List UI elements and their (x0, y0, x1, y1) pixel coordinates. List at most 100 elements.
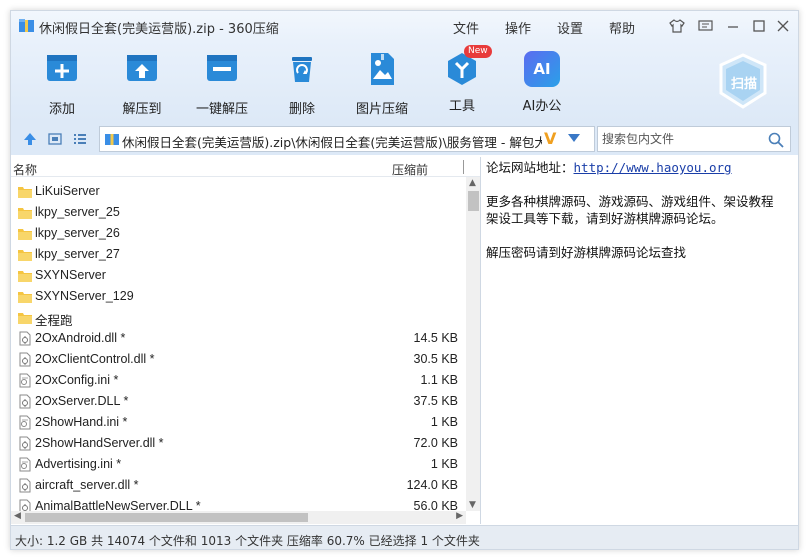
menu-settings[interactable]: 设置 (557, 18, 583, 37)
file-size: 1 KB (430, 415, 458, 429)
one-click-extract-label: 一键解压 (195, 102, 248, 117)
search-input[interactable] (602, 130, 762, 148)
file-row[interactable]: lkpy_server_26 (11, 223, 466, 244)
search-icon[interactable] (768, 132, 784, 148)
folder-icon (18, 310, 32, 325)
dll-file-icon (18, 436, 32, 451)
file-row[interactable]: 2ShowHand.ini * 1 KB (11, 412, 466, 433)
ini-file-icon (18, 457, 32, 472)
menu-operate[interactable]: 操作 (505, 18, 531, 37)
horizontal-scrollbar[interactable]: ◀ ▶ (11, 511, 466, 524)
close-icon[interactable] (773, 16, 793, 36)
thumbnail-view-icon[interactable] (48, 132, 62, 146)
delete-button[interactable]: 删除 (261, 49, 343, 119)
address-dropdown-icon[interactable] (568, 134, 580, 142)
file-row[interactable]: 2ShowHandServer.dll * 72.0 KB (11, 433, 466, 454)
ai-icon: AI (524, 51, 560, 87)
file-name: 2OxServer.DLL * (35, 394, 129, 408)
file-name: 2ShowHand.ini * (35, 415, 128, 429)
address-row: 休闲假日全套(完美运营版).zip\休闲假日全套(完美运营版)\服务管理 - 解… (11, 121, 798, 155)
list-view-icon[interactable] (73, 132, 87, 146)
column-header: 名称 压缩前 (11, 157, 480, 178)
search-box (597, 126, 791, 152)
vertical-scroll-thumb[interactable] (468, 191, 479, 211)
file-row[interactable]: aircraft_server.dll * 124.0 KB (11, 475, 466, 496)
up-arrow-icon[interactable] (23, 132, 37, 146)
file-name: LiKuiServer (35, 184, 100, 198)
address-bar[interactable]: 休闲假日全套(完美运营版).zip\休闲假日全套(完美运营版)\服务管理 - 解… (99, 126, 595, 152)
comment-line-4: 解压密码请到好游棋牌源码论坛查找 (486, 245, 687, 260)
folder-icon (18, 184, 32, 199)
file-size: 14.5 KB (413, 331, 458, 345)
maximize-icon[interactable] (749, 16, 769, 36)
tools-icon-wrap: New (444, 45, 492, 87)
vertical-scrollbar[interactable]: ▲ ▼ (466, 177, 480, 511)
folder-icon (18, 268, 32, 283)
file-name: lkpy_server_27 (35, 247, 120, 261)
minimize-icon[interactable] (723, 16, 743, 36)
file-size: 1.1 KB (420, 373, 458, 387)
file-name: 2ShowHandServer.dll * (35, 436, 164, 450)
dll-file-icon (18, 331, 32, 346)
file-row[interactable]: 全程跑 (11, 307, 466, 328)
file-name: SXYNServer (35, 268, 106, 282)
menu-file[interactable]: 文件 (453, 18, 479, 37)
scan-button[interactable]: 扫描 (711, 51, 775, 111)
column-name-header[interactable]: 名称 (13, 161, 37, 178)
file-row[interactable]: SXYNServer (11, 265, 466, 286)
scan-label: 扫描 (731, 77, 758, 92)
file-row[interactable]: 2OxServer.DLL * 37.5 KB (11, 391, 466, 412)
window-title: 休闲假日全套(完美运营版).zip - 360压缩 (39, 22, 279, 37)
scroll-up-icon[interactable]: ▲ (469, 178, 476, 188)
scroll-left-icon[interactable]: ◀ (14, 511, 21, 521)
column-size-header[interactable]: 压缩前 (392, 161, 428, 178)
file-row[interactable]: LiKuiServer (11, 181, 466, 202)
folder-icon (18, 247, 32, 262)
extract-to-label: 解压到 (122, 102, 162, 117)
folder-icon (18, 226, 32, 241)
extract-to-button[interactable]: 解压到 (101, 49, 183, 119)
scroll-right-icon[interactable]: ▶ (456, 511, 463, 521)
file-size: 30.5 KB (413, 352, 458, 366)
file-size: 72.0 KB (413, 436, 458, 450)
file-row[interactable]: 2OxAndroid.dll * 14.5 KB (11, 328, 466, 349)
status-text: 大小: 1.2 GB 共 14074 个文件和 1013 个文件夹 压缩率 60… (15, 534, 480, 548)
add-button[interactable]: 添加 (21, 49, 103, 119)
archive-app-icon (19, 19, 34, 32)
file-name: aircraft_server.dll * (35, 478, 139, 492)
tools-label: 工具 (448, 99, 475, 114)
file-row[interactable]: 2OxClientControl.dll * 30.5 KB (11, 349, 466, 370)
tools-button[interactable]: New 工具 (421, 45, 503, 119)
image-compress-button[interactable]: 图片压缩 (341, 49, 423, 119)
file-row[interactable]: SXYNServer_129 (11, 286, 466, 307)
add-icon (47, 55, 77, 81)
image-compress-label: 图片压缩 (355, 102, 408, 117)
column-separator[interactable] (463, 160, 464, 174)
title-bar: 休闲假日全套(完美运营版).zip - 360压缩 文件 操作 设置 帮助 (11, 11, 798, 41)
file-row[interactable]: lkpy_server_27 (11, 244, 466, 265)
file-size: 124.0 KB (406, 478, 458, 492)
scroll-down-icon[interactable]: ▼ (469, 500, 476, 510)
dll-file-icon (18, 478, 32, 493)
archive-icon (105, 134, 119, 145)
file-row[interactable]: lkpy_server_25 (11, 202, 466, 223)
one-click-extract-button[interactable]: 一键解压 (181, 49, 263, 119)
one-click-extract-icon (207, 55, 237, 81)
vip-badge[interactable]: V (544, 129, 556, 148)
folder-icon (18, 205, 32, 220)
file-name: SXYNServer_129 (35, 289, 134, 303)
file-row[interactable]: Advertising.ini * 1 KB (11, 454, 466, 475)
file-size: 37.5 KB (413, 394, 458, 408)
file-name: lkpy_server_26 (35, 226, 120, 240)
dll-file-icon (18, 352, 32, 367)
skin-shirt-icon[interactable] (667, 16, 687, 36)
menu-help[interactable]: 帮助 (609, 18, 635, 37)
file-row[interactable]: 2OxConfig.ini * 1.1 KB (11, 370, 466, 391)
file-name: 全程跑 (35, 314, 73, 328)
feedback-icon[interactable] (695, 16, 715, 36)
forum-url-link[interactable]: http://www.haoyou.org (574, 160, 732, 175)
ai-office-button[interactable]: AI AI办公 (501, 49, 583, 119)
horizontal-scroll-thumb[interactable] (25, 513, 308, 522)
address-path: 休闲假日全套(完美运营版).zip\休闲假日全套(完美运营版)\服务管理 - 解… (122, 135, 542, 150)
file-size: 1 KB (430, 457, 458, 471)
